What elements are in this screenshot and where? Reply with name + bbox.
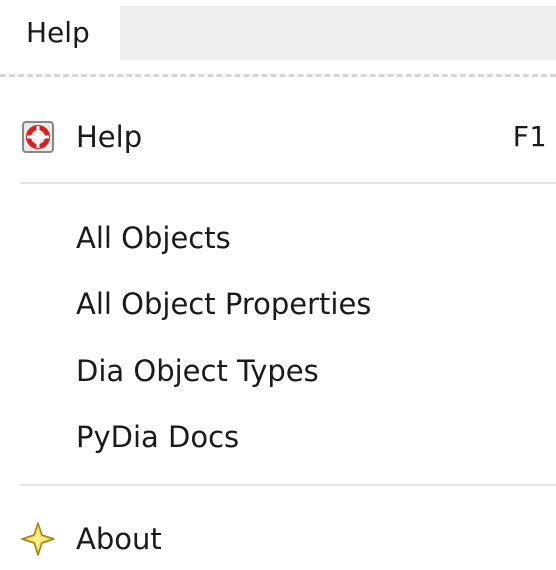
lifebuoy-icon xyxy=(22,121,54,153)
star-icon xyxy=(21,522,55,556)
menu-item-all-object-properties-label: All Object Properties xyxy=(76,287,372,321)
menu-item-pydia-docs-label: PyDia Docs xyxy=(76,420,240,454)
menu-item-about[interactable]: About xyxy=(0,510,556,568)
menu-item-help-shortcut: F1 xyxy=(512,120,546,153)
tearoff-line[interactable] xyxy=(0,74,556,77)
menu-item-all-object-properties[interactable]: All Object Properties xyxy=(0,275,556,333)
menu-item-about-label: About xyxy=(76,522,162,556)
menu-item-dia-object-types[interactable]: Dia Object Types xyxy=(0,342,556,400)
menu-separator xyxy=(20,484,556,486)
menubar-help[interactable]: Help xyxy=(10,6,118,60)
menu-separator xyxy=(20,182,556,184)
menu-item-all-objects-label: All Objects xyxy=(76,221,231,255)
menu-item-help-label: Help xyxy=(76,120,143,154)
menu-item-dia-object-types-label: Dia Object Types xyxy=(76,354,319,388)
menubar-background xyxy=(120,6,556,60)
menu-item-pydia-docs[interactable]: PyDia Docs xyxy=(0,408,556,466)
menu-item-all-objects[interactable]: All Objects xyxy=(0,209,556,267)
menu-item-help[interactable]: Help F1 xyxy=(0,108,556,166)
menubar: Help xyxy=(0,0,556,64)
